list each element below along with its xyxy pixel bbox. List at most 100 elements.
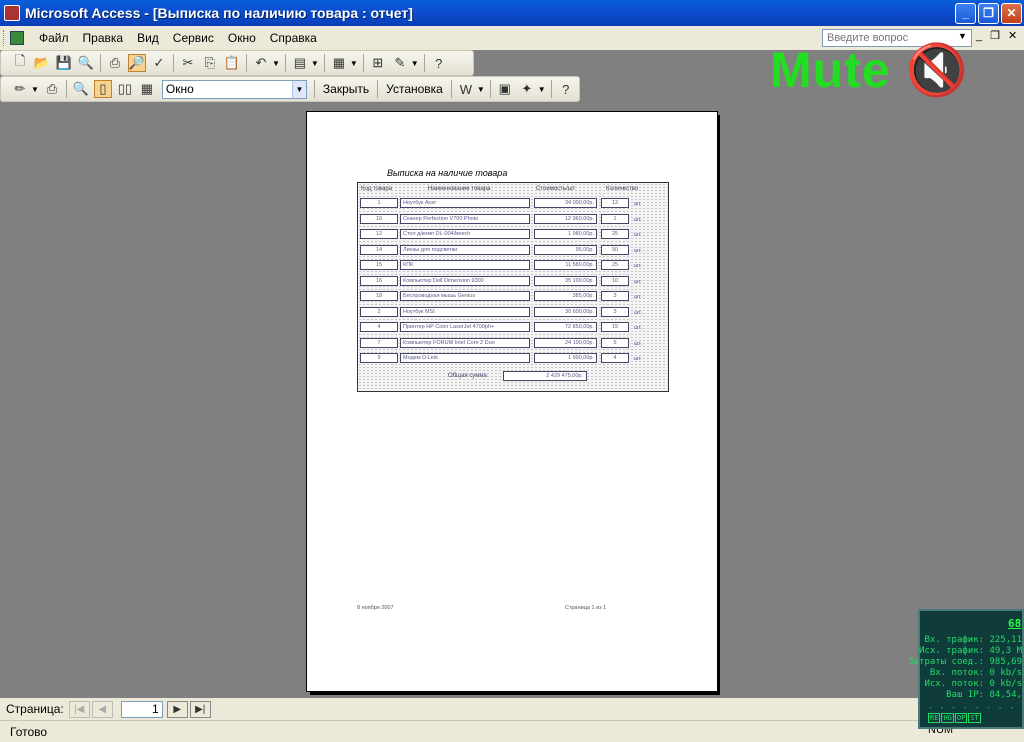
first-page-button[interactable]: |◀ [68,700,90,718]
save-icon[interactable]: 💾 [55,54,73,72]
toolbar-grip[interactable] [3,30,6,46]
cell-qty: 3 [601,306,629,317]
cell-code: 9 [360,353,398,363]
menu-window[interactable]: Окно [221,31,263,45]
open-icon[interactable]: 📂 [33,54,51,72]
menu-view[interactable]: Вид [130,31,166,45]
cell-unit: шт. [634,309,642,316]
menu-file[interactable]: Файл [32,31,76,45]
view-icon[interactable]: ✏ [11,80,29,98]
menu-tools[interactable]: Сервис [166,31,221,45]
cell-qty: 15 [601,322,629,332]
office-links-icon[interactable]: ▤ [291,54,309,72]
help-icon[interactable]: ? [557,80,575,98]
cell-qty: 50 [601,244,629,255]
close-button[interactable]: ✕ [1001,2,1022,24]
standard-toolbar: 🗋 📂 💾 🔍 ⎙ 🔎 ✓ ✂ ⎘ 📋 ↶ ▼ ▤ ▼ ▦ ▼ ⊞ ✎ ▼ ? [0,50,474,76]
page-setup-button[interactable]: Установка [381,82,448,96]
cell-unit: шт. [634,294,642,300]
two-pages-icon[interactable]: ▯▯ [116,80,134,98]
separator [65,80,67,98]
cell-unit: шт. [634,216,642,223]
new-object-icon[interactable]: ✦ [518,80,536,98]
chevron-down-icon[interactable]: ▼ [477,85,485,94]
print-preview-toolbar: ✏ ▼ ⎙ 🔍 ▯ ▯▯ ▦ Окно ▼ Закрыть Установка W… [0,76,580,102]
cell-unit: шт. [634,356,642,362]
chevron-down-icon[interactable]: ▼ [272,59,280,68]
cell-unit: шт. [634,325,642,331]
cell-name: КПК [400,260,530,270]
new-icon[interactable]: 🗋 [11,53,29,72]
cell-price: 30 600,00р. [534,306,597,317]
print-icon[interactable]: ⎙ [106,54,124,72]
page-number-input[interactable] [120,700,163,718]
relationships-icon[interactable]: ⊞ [369,54,387,72]
cell-price: 95,00р. [534,244,597,255]
analyze-icon[interactable]: ▦ [330,54,348,72]
undo-icon[interactable]: ↶ [252,54,270,72]
chevron-down-icon[interactable]: ▼ [311,59,319,68]
cell-code: 4 [360,322,398,332]
menu-help[interactable]: Справка [263,31,324,45]
copy-icon[interactable]: ⎘ [201,54,219,72]
status-text: Готово [10,724,48,739]
search-file-icon[interactable]: 🔍 [77,54,95,72]
cell-price: 12 960,00р. [534,213,597,224]
traffic-monitor-widget[interactable]: 68 Вх. трафик: 225,11 Исх. трафик: 49,3 … [908,609,1024,729]
cell-code: 7 [360,337,398,348]
chevron-down-icon[interactable]: ▼ [538,85,546,94]
database-icon[interactable] [10,31,24,45]
one-page-icon[interactable]: ▯ [93,80,112,98]
zoom-select[interactable]: Окно ▼ [161,79,307,99]
spelling-icon[interactable]: ✓ [150,54,168,72]
mdi-window-controls[interactable]: _❐✕ [976,29,1024,42]
cell-code: 14 [360,244,398,255]
cell-qty: 3 [601,291,629,301]
office-links-icon[interactable]: W [457,80,475,98]
close-preview-button[interactable]: Закрыть [318,82,374,96]
report-title: Выписка на наличие товара [387,168,508,178]
restore-button[interactable]: ❐ [978,2,999,24]
menu-edit[interactable]: Правка [76,31,131,45]
traffic-button[interactable]: HG [941,713,954,723]
separator [450,80,452,98]
cut-icon[interactable]: ✂ [179,54,197,72]
print-icon[interactable]: ⎙ [43,80,61,98]
cell-name: Ноутбук Acer [400,198,530,208]
database-window-icon[interactable]: ▣ [496,80,514,98]
cell-price: 385,00р. [534,291,597,301]
help-icon[interactable]: ? [430,54,448,72]
cell-price: 24 100,00р. [534,337,597,348]
chevron-down-icon[interactable]: ▼ [31,85,39,94]
traffic-line: Вх. поток: 0 kb/s [929,668,1022,678]
chevron-down-icon[interactable]: ▼ [411,59,419,68]
cell-qty: 10 [601,275,629,286]
cell-name: Компьютер Dell Dimension 9300 [400,275,530,286]
paste-icon[interactable]: 📋 [223,54,241,72]
previous-page-button[interactable]: ◀ [91,700,113,718]
cell-unit: шт. [634,247,642,254]
cell-qty: 1 [601,213,629,224]
separator [323,54,325,72]
last-page-button[interactable]: ▶| [189,700,211,718]
zoom-icon[interactable]: 🔍 [72,80,90,98]
traffic-button[interactable]: RE [928,713,941,723]
chevron-down-icon[interactable]: ▼ [291,80,306,98]
cell-unit: шт. [634,201,642,207]
traffic-button[interactable]: OP [954,713,968,723]
traffic-line: Исх. трафик: 49,3 M [919,646,1022,656]
multiple-pages-icon[interactable]: ▦ [138,80,156,98]
traffic-button[interactable]: ST [968,713,981,723]
header-name: Наименование товара [428,186,491,192]
print-preview-icon[interactable]: 🔎 [128,54,146,72]
cell-unit: шт. [634,263,642,269]
cell-price: 11 580,00р. [534,260,597,270]
mute-overlay: Mute 🔇 [770,40,969,100]
new-object-icon[interactable]: ✎ [391,54,409,72]
minimize-button[interactable]: _ [955,2,976,24]
cell-unit: шт. [634,340,642,347]
cell-name: Беспроводная мышь Genius [400,291,530,301]
separator [284,54,286,72]
next-page-button[interactable]: ▶ [166,700,188,718]
chevron-down-icon[interactable]: ▼ [350,59,358,68]
